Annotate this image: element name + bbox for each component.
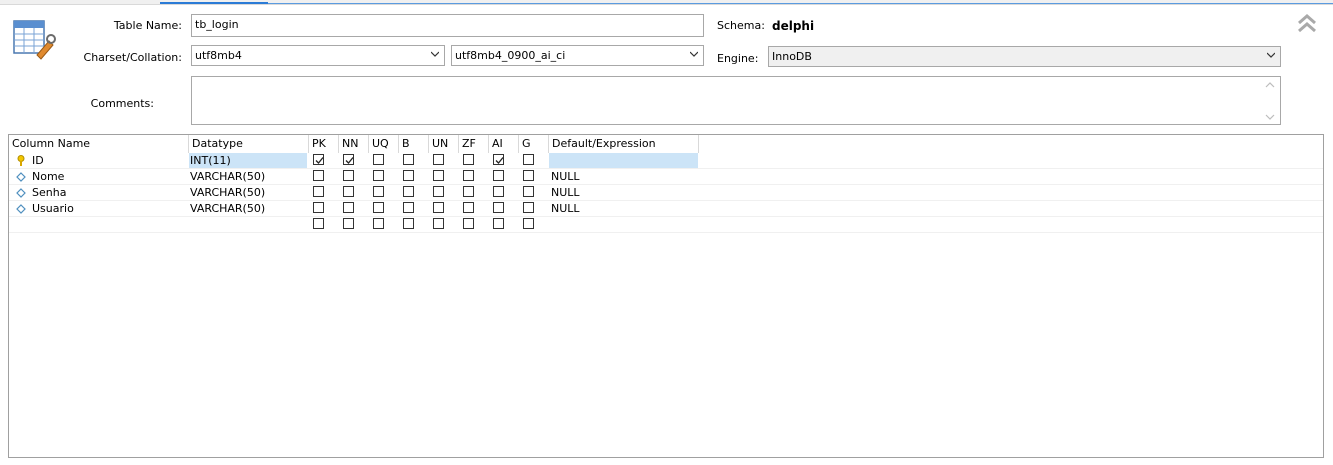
checkbox-nn[interactable] (343, 170, 354, 181)
checkbox-nn[interactable] (343, 186, 354, 197)
collation-select[interactable]: utf8mb4_0900_ai_ci (451, 45, 704, 66)
comments-textarea[interactable] (191, 76, 1281, 125)
checkbox-ai[interactable] (493, 202, 504, 213)
table-row[interactable] (9, 217, 1323, 233)
default-cell-selection (549, 153, 698, 168)
checkbox-zf[interactable] (463, 218, 474, 229)
checkbox-zf[interactable] (463, 202, 474, 213)
checkbox-uq[interactable] (373, 186, 384, 197)
header-default-expression[interactable]: Default/Expression (549, 135, 699, 153)
header-column-name[interactable]: Column Name (9, 135, 189, 153)
collapse-up-icon[interactable] (1296, 13, 1318, 35)
datatype-cell[interactable]: INT(11) (190, 153, 231, 169)
table-name-label: Table Name: (113, 19, 182, 32)
checkbox-un[interactable] (433, 170, 444, 181)
checkbox-pk[interactable] (313, 154, 324, 165)
table-row[interactable]: Nome VARCHAR(50) NULL (9, 169, 1323, 185)
header-b[interactable]: B (399, 135, 429, 153)
header-g[interactable]: G (519, 135, 549, 153)
checkbox-un[interactable] (433, 202, 444, 213)
comments-scrollbar[interactable] (1264, 79, 1276, 123)
checkbox-pk[interactable] (313, 186, 324, 197)
checkbox-b[interactable] (403, 170, 414, 181)
checkbox-pk[interactable] (313, 170, 324, 181)
column-diamond-icon (16, 203, 26, 215)
default-expression-cell[interactable]: NULL (551, 201, 580, 217)
charset-select[interactable]: utf8mb4 (191, 45, 445, 66)
comments-label: Comments: (90, 97, 154, 110)
engine-select[interactable]: InnoDB (768, 46, 1281, 67)
chevron-down-icon (431, 51, 439, 57)
columns-grid[interactable]: Column Name Datatype PK NN UQ B UN ZF AI… (8, 134, 1324, 458)
header-nn[interactable]: NN (339, 135, 369, 153)
header-ai[interactable]: AI (489, 135, 519, 153)
column-diamond-icon (16, 171, 26, 183)
header-un[interactable]: UN (429, 135, 459, 153)
checkbox-un[interactable] (433, 218, 444, 229)
default-expression-cell[interactable]: NULL (551, 169, 580, 185)
table-row[interactable]: Senha VARCHAR(50) NULL (9, 185, 1323, 201)
default-expression-cell[interactable]: NULL (551, 185, 580, 201)
checkbox-ai[interactable] (493, 154, 504, 165)
checkbox-b[interactable] (403, 202, 414, 213)
column-name-cell[interactable]: Senha (32, 185, 66, 201)
datatype-cell[interactable]: VARCHAR(50) (190, 185, 265, 201)
chevron-down-icon (690, 51, 698, 57)
column-name-cell[interactable]: Usuario (32, 201, 74, 217)
engine-value: InnoDB (772, 50, 812, 63)
checkbox-un[interactable] (433, 186, 444, 197)
header-pk[interactable]: PK (309, 135, 339, 153)
check-icon (315, 157, 324, 164)
check-icon (345, 157, 354, 164)
active-tab-indicator (160, 2, 268, 4)
checkbox-g[interactable] (523, 218, 534, 229)
column-name-cell[interactable]: ID (32, 153, 44, 169)
table-row[interactable]: ID INT(11) (9, 153, 1323, 169)
checkbox-g[interactable] (523, 186, 534, 197)
checkbox-pk[interactable] (313, 218, 324, 229)
check-icon (495, 157, 504, 164)
header-uq[interactable]: UQ (369, 135, 399, 153)
checkbox-zf[interactable] (463, 186, 474, 197)
datatype-cell[interactable]: VARCHAR(50) (190, 201, 265, 217)
checkbox-pk[interactable] (313, 202, 324, 213)
checkbox-g[interactable] (523, 170, 534, 181)
chevron-down-icon (1267, 52, 1275, 58)
header-zf[interactable]: ZF (459, 135, 489, 153)
column-diamond-icon (16, 187, 26, 199)
engine-label: Engine: (717, 52, 759, 65)
charset-value: utf8mb4 (195, 49, 242, 62)
checkbox-zf[interactable] (463, 170, 474, 181)
checkbox-ai[interactable] (493, 170, 504, 181)
checkbox-nn[interactable] (343, 154, 354, 165)
datatype-cell[interactable]: VARCHAR(50) (190, 169, 265, 185)
checkbox-ai[interactable] (493, 218, 504, 229)
schema-value: delphi (772, 19, 815, 33)
checkbox-ai[interactable] (493, 186, 504, 197)
checkbox-b[interactable] (403, 154, 414, 165)
checkbox-uq[interactable] (373, 154, 384, 165)
table-row[interactable]: Usuario VARCHAR(50) NULL (9, 201, 1323, 217)
checkbox-uq[interactable] (373, 170, 384, 181)
table-name-input[interactable]: tb_login (191, 14, 704, 37)
checkbox-b[interactable] (403, 218, 414, 229)
top-tab-strip (0, 0, 1333, 5)
table-editor-icon (13, 17, 57, 61)
checkbox-uq[interactable] (373, 202, 384, 213)
checkbox-nn[interactable] (343, 218, 354, 229)
checkbox-nn[interactable] (343, 202, 354, 213)
column-name-cell[interactable]: Nome (32, 169, 64, 185)
collation-value: utf8mb4_0900_ai_ci (455, 49, 566, 62)
header-datatype[interactable]: Datatype (189, 135, 309, 153)
checkbox-g[interactable] (523, 154, 534, 165)
checkbox-b[interactable] (403, 186, 414, 197)
checkbox-zf[interactable] (463, 154, 474, 165)
primary-key-icon (16, 155, 26, 167)
charset-collation-label: Charset/Collation: (83, 51, 182, 64)
schema-label: Schema: (717, 19, 765, 32)
checkbox-g[interactable] (523, 202, 534, 213)
checkbox-un[interactable] (433, 154, 444, 165)
checkbox-uq[interactable] (373, 218, 384, 229)
